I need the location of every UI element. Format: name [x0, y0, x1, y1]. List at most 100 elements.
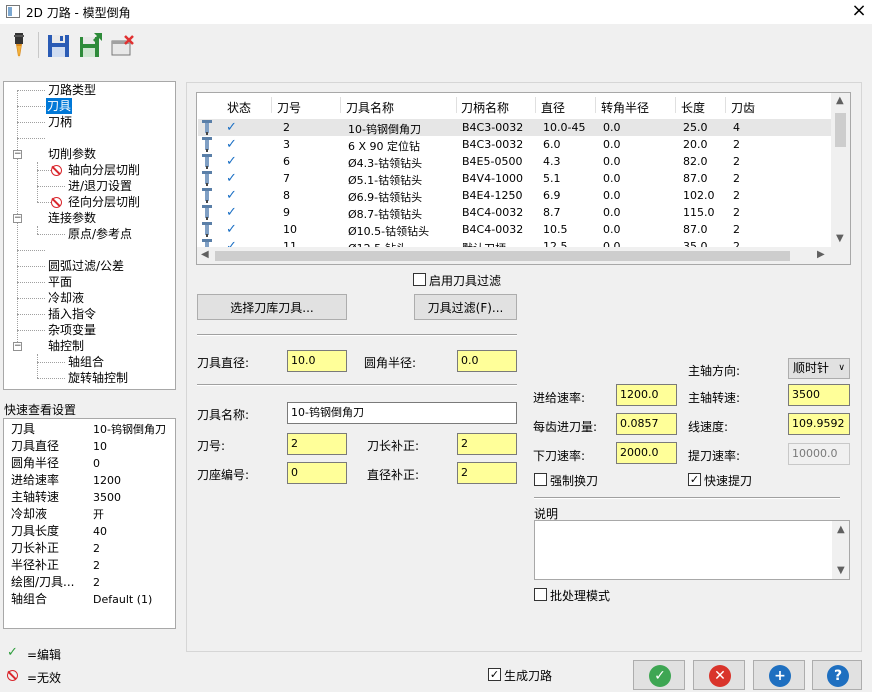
cell-number: 8: [283, 189, 290, 202]
col-header-status[interactable]: 状态: [227, 99, 251, 116]
collapse-toggle[interactable]: −: [13, 150, 22, 159]
select-library-tool-button[interactable]: 选择刀库刀具...: [197, 294, 347, 320]
tree-line: [37, 186, 65, 187]
rapid-retract-checkbox[interactable]: ✓: [688, 473, 701, 486]
col-header-number[interactable]: 刀号: [277, 99, 301, 116]
tool-icon: [202, 120, 212, 135]
tree-item-multi-passes[interactable]: 径向分层切削: [67, 194, 141, 210]
quickview-row: 绘图/刀具... 2: [9, 574, 174, 591]
description-scrollbar[interactable]: ▲ ▼: [832, 521, 849, 579]
scrollbar-thumb[interactable]: [835, 113, 846, 147]
horizontal-scrollbar[interactable]: ◀ ▶: [197, 247, 831, 264]
col-separator: [725, 97, 726, 113]
scrollbar-thumb[interactable]: [215, 251, 790, 261]
tree-line: [17, 314, 45, 315]
ok-button[interactable]: ✓: [633, 660, 685, 690]
batch-mode-label: 批处理模式: [550, 589, 611, 603]
surface-speed-input[interactable]: 109.9592: [788, 413, 850, 435]
tree-item-misc-values[interactable]: 杂项变量: [47, 322, 97, 338]
tree-item-rotary-axis[interactable]: 旋转轴控制: [67, 370, 129, 386]
tree-item-home-ref[interactable]: 原点/参考点: [67, 226, 133, 242]
table-row[interactable]: ✓ 10 Ø10.5-钴领钻头 B4C4-0032 10.5 0.0 87.0 2: [198, 221, 832, 238]
tree-item-axis-control[interactable]: 轴控制: [47, 338, 85, 354]
tree-item-planes[interactable]: 平面: [47, 274, 73, 290]
feed-rate-input[interactable]: 1200.0: [616, 384, 677, 406]
tree-item-axis-combination[interactable]: 轴组合: [67, 354, 105, 370]
scroll-left-icon[interactable]: ◀: [201, 249, 209, 260]
holder-number-input[interactable]: 0: [287, 462, 347, 484]
feed-per-tooth-input[interactable]: 0.0857: [616, 413, 677, 435]
tree-item-holder[interactable]: 刀柄: [47, 114, 73, 130]
help-button[interactable]: ?: [812, 660, 862, 690]
vertical-scrollbar[interactable]: ▲ ▼: [831, 93, 850, 247]
close-button[interactable]: ×: [846, 0, 872, 24]
tree-item-blank[interactable]: [47, 130, 49, 146]
toolpath-icon[interactable]: [6, 32, 32, 60]
table-row[interactable]: ✓ 2 10-钨钢倒角刀 B4C3-0032 10.0-45 0.0 25.0 4: [198, 119, 832, 136]
save-green-icon[interactable]: [78, 32, 104, 60]
tree-item-lead-in-out[interactable]: 进/退刀设置: [67, 178, 133, 194]
tree-item-cut-params[interactable]: 切削参数: [47, 146, 97, 162]
scrollbar-corner: [831, 247, 850, 264]
tree-item-depth-cuts[interactable]: 轴向分层切削: [67, 162, 141, 178]
cell-flutes: 2: [733, 138, 740, 151]
tool-filter-button[interactable]: 刀具过滤(F)...: [414, 294, 517, 320]
surface-speed-label: 线速度:: [688, 420, 729, 434]
tree-item-canned-text[interactable]: 插入指令: [47, 306, 97, 322]
batch-mode-checkbox[interactable]: [534, 588, 547, 601]
quickview-row: 刀长补正 2: [9, 540, 174, 557]
quickview-row: 轴组合 Default (1): [9, 591, 174, 608]
tree-item-arc-filter[interactable]: 圆弧过滤/公差: [47, 258, 125, 274]
quickview-key: 轴组合: [11, 592, 48, 606]
plunge-rate-input[interactable]: 2000.0: [616, 442, 677, 464]
table-row[interactable]: ✓ 6 Ø4.3-钴领钻头 B4E5-0500 4.3 0.0 82.0 2: [198, 153, 832, 170]
tree-item-blank2[interactable]: [47, 242, 49, 258]
force-tool-change-label: 强制换刀: [550, 474, 599, 488]
tool-number-input[interactable]: 2: [287, 433, 347, 455]
description-textarea[interactable]: ▲ ▼: [534, 520, 850, 580]
col-separator: [456, 97, 457, 113]
tree-line: [17, 282, 45, 283]
table-row[interactable]: ✓ 7 Ø5.1-钴领钻头 B4V4-1000 5.1 0.0 87.0 2: [198, 170, 832, 187]
delete-icon[interactable]: [110, 32, 136, 60]
tree-item-coolant[interactable]: 冷却液: [47, 290, 85, 306]
generate-toolpath-checkbox[interactable]: ✓: [488, 668, 501, 681]
scroll-right-icon[interactable]: ▶: [817, 249, 825, 260]
apply-button[interactable]: +: [753, 660, 805, 690]
collapse-toggle[interactable]: −: [13, 342, 22, 351]
retract-rate-label: 提刀速率:: [688, 449, 741, 463]
corner-radius-input[interactable]: 0.0: [457, 350, 517, 372]
col-header-diameter[interactable]: 直径: [541, 99, 565, 116]
col-header-flutes[interactable]: 刀齿: [731, 99, 755, 116]
diameter-comp-input[interactable]: 2: [457, 462, 517, 484]
tool-name-input[interactable]: 10-钨钢倒角刀: [287, 402, 517, 424]
scroll-up-icon[interactable]: ▲: [837, 524, 845, 535]
table-row[interactable]: ✓ 8 Ø6.9-钴领钻头 B4E4-1250 6.9 0.0 102.0 2: [198, 187, 832, 204]
collapse-toggle[interactable]: −: [13, 214, 22, 223]
scroll-down-icon[interactable]: ▼: [837, 565, 845, 576]
tree-item-linking-params[interactable]: 连接参数: [47, 210, 97, 226]
col-header-holder[interactable]: 刀柄名称: [461, 99, 509, 116]
tree-item-tool[interactable]: 刀具: [46, 98, 73, 114]
col-header-length[interactable]: 长度: [681, 99, 705, 116]
retract-rate-input[interactable]: 10000.0: [788, 443, 850, 465]
tree-item-toolpath-type[interactable]: 刀路类型: [47, 82, 97, 98]
quickview-key: 冷却液: [11, 507, 48, 521]
quickview-row: 圆角半径 0: [9, 455, 174, 472]
save-icon[interactable]: [46, 32, 72, 60]
table-row[interactable]: ✓ 9 Ø8.7-钴领钻头 B4C4-0032 8.7 0.0 115.0 2: [198, 204, 832, 221]
diameter-input[interactable]: 10.0: [287, 350, 347, 372]
enable-filter-checkbox[interactable]: [413, 273, 426, 286]
spindle-speed-input[interactable]: 3500: [788, 384, 850, 406]
force-tool-change-checkbox[interactable]: [534, 473, 547, 486]
col-header-corner[interactable]: 转角半径: [601, 99, 649, 116]
scroll-up-icon[interactable]: ▲: [836, 95, 844, 106]
col-header-name[interactable]: 刀具名称: [346, 99, 394, 116]
scroll-down-icon[interactable]: ▼: [836, 233, 844, 244]
tree-line: [37, 362, 65, 363]
generate-toolpath-label: 生成刀路: [504, 669, 553, 683]
length-comp-input[interactable]: 2: [457, 433, 517, 455]
table-row[interactable]: ✓ 3 6 X 90 定位钻 B4C3-0032 6.0 0.0 20.0 2: [198, 136, 832, 153]
spindle-direction-select[interactable]: 顺时针 ∨: [788, 358, 850, 379]
cancel-button[interactable]: ✕: [693, 660, 745, 690]
